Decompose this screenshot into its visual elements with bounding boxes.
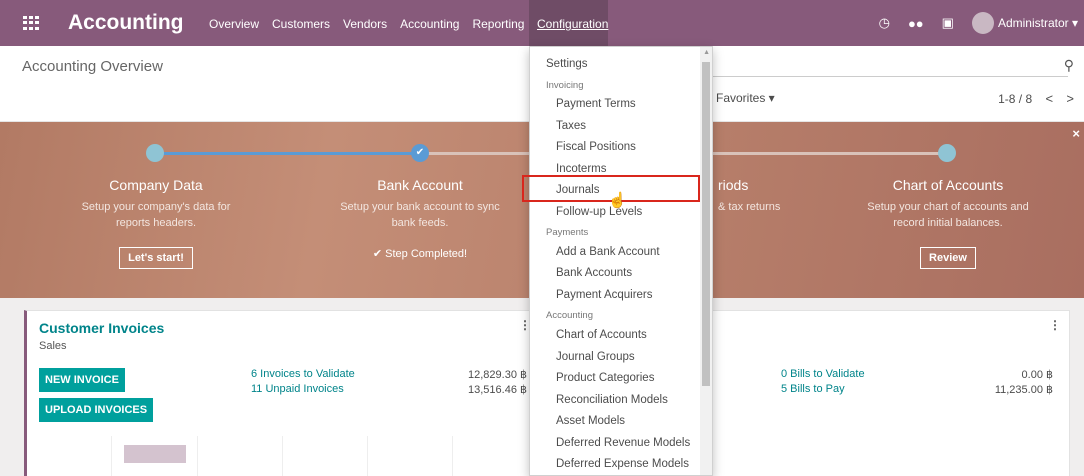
- dd-follow-up-levels[interactable]: Follow-up Levels: [556, 206, 642, 218]
- dd-header-payments: Payments: [546, 227, 589, 238]
- dd-taxes[interactable]: Taxes: [556, 120, 586, 132]
- scroll-up-icon[interactable]: ▲: [703, 49, 710, 56]
- step-completed-label: ✔ Step Completed!: [372, 248, 468, 260]
- chat-icon[interactable]: ●●: [908, 16, 924, 31]
- card-title[interactable]: Customer Invoices: [39, 320, 164, 336]
- dd-bank-accounts[interactable]: Bank Accounts: [556, 267, 632, 279]
- favorites-dropdown[interactable]: Favorites ▾: [716, 91, 775, 105]
- customer-invoices-card: Customer Invoices Sales ⋮ NEW INVOICE UP…: [24, 310, 531, 476]
- step-desc: & tax returns: [718, 201, 781, 213]
- pager-value[interactable]: 1-8 / 8: [998, 92, 1032, 106]
- step-company-data: Company Data Setup your company's data f…: [36, 177, 276, 269]
- dd-payment-acquirers[interactable]: Payment Acquirers: [556, 289, 653, 301]
- step-title: Company Data: [109, 177, 203, 193]
- graph-gridline: [111, 436, 112, 476]
- pager: 1-8 / 8 < >: [998, 91, 1074, 106]
- app-title[interactable]: Accounting: [68, 11, 184, 35]
- step-chart-of-accounts: Chart of Accounts Setup your chart of ac…: [828, 177, 1068, 269]
- page-title: Accounting Overview: [22, 58, 163, 75]
- step-title: Bank Account: [377, 177, 463, 193]
- menu-vendors[interactable]: Vendors: [343, 17, 387, 31]
- dd-header-accounting: Accounting: [546, 310, 594, 321]
- bills-to-pay-link[interactable]: 5 Bills to Pay: [781, 383, 845, 395]
- invoices-to-validate-link[interactable]: 6 Invoices to Validate: [251, 368, 355, 380]
- dd-chart-of-accounts[interactable]: Chart of Accounts: [556, 329, 647, 341]
- vendor-bills-card: ⋮ 0 Bills to Validate 0.00 ฿ 5 Bills to …: [700, 310, 1070, 476]
- graph-bar: [124, 445, 186, 463]
- gift-icon[interactable]: ▣: [942, 15, 954, 31]
- graph-gridline: [452, 436, 453, 476]
- dd-reconciliation-models[interactable]: Reconciliation Models: [556, 394, 668, 406]
- systray: ◷ ●● ▣ Administrator ▾: [879, 0, 1084, 46]
- avatar[interactable]: [971, 12, 994, 34]
- dd-payment-terms[interactable]: Payment Terms: [556, 98, 636, 110]
- review-button[interactable]: Review: [920, 247, 976, 269]
- progress-track-done: [155, 152, 420, 155]
- step-bank-account: Bank Account Setup your bank account to …: [300, 177, 540, 260]
- close-icon[interactable]: ×: [1072, 126, 1080, 141]
- clock-icon[interactable]: ◷: [879, 15, 890, 31]
- step-dot-company: [146, 144, 164, 162]
- upload-invoices-button[interactable]: UPLOAD INVOICES: [39, 398, 154, 422]
- pager-next-button[interactable]: >: [1066, 91, 1074, 106]
- bills-to-validate-amount: 0.00 ฿: [1021, 369, 1053, 381]
- top-navbar: Accounting Overview Customers Vendors Ac…: [0, 0, 1084, 46]
- dd-product-categories[interactable]: Product Categories: [556, 372, 654, 384]
- dropdown-scrollbar[interactable]: ▲: [700, 47, 712, 475]
- step-dot-chart: [938, 144, 956, 162]
- graph-gridline: [367, 436, 368, 476]
- new-invoice-button[interactable]: NEW INVOICE: [39, 368, 125, 392]
- step-title: riods: [718, 177, 749, 193]
- hand-pointer-icon: ☝: [608, 192, 627, 209]
- dd-fiscal-positions[interactable]: Fiscal Positions: [556, 141, 636, 153]
- step-title: Chart of Accounts: [892, 177, 1004, 193]
- step-dot-bank-check-icon: ✔: [411, 144, 429, 162]
- bills-to-validate-link[interactable]: 0 Bills to Validate: [781, 368, 865, 380]
- dd-journal-groups[interactable]: Journal Groups: [556, 351, 635, 363]
- menu-customers[interactable]: Customers: [272, 17, 330, 31]
- dd-deferred-expense-models[interactable]: Deferred Expense Models: [556, 458, 689, 470]
- dd-deferred-revenue-models[interactable]: Deferred Revenue Models: [556, 437, 690, 449]
- search-icon[interactable]: ⚲: [1064, 57, 1074, 74]
- menu-overview[interactable]: Overview: [209, 17, 259, 31]
- pager-prev-button[interactable]: <: [1045, 91, 1053, 106]
- invoices-to-validate-amount: 12,829.30 ฿: [468, 369, 527, 381]
- card-subtitle: Sales: [39, 340, 67, 352]
- step-desc: Setup your chart of accounts and record …: [867, 201, 1029, 229]
- dd-asset-models[interactable]: Asset Models: [556, 415, 625, 427]
- unpaid-invoices-link[interactable]: 11 Unpaid Invoices: [251, 383, 344, 395]
- main-menu: Overview Customers Vendors Accounting Re…: [209, 0, 608, 46]
- unpaid-invoices-amount: 13,516.46 ฿: [468, 384, 527, 396]
- dd-add-bank-account[interactable]: Add a Bank Account: [556, 246, 660, 258]
- step-desc: Setup your bank account to sync bank fee…: [340, 201, 500, 229]
- lets-start-button[interactable]: Let's start!: [119, 247, 193, 269]
- apps-grid-icon[interactable]: [23, 16, 39, 30]
- configuration-dropdown: ▲ Settings Invoicing Payment Terms Taxes…: [529, 46, 713, 476]
- menu-configuration[interactable]: Configuration: [529, 0, 608, 46]
- dd-incoterms[interactable]: Incoterms: [556, 163, 607, 175]
- search-input[interactable]: [708, 76, 1068, 77]
- bills-to-pay-amount: 11,235.00 ฿: [994, 384, 1053, 396]
- dd-settings[interactable]: Settings: [546, 58, 588, 70]
- dd-header-invoicing: Invoicing: [546, 80, 584, 91]
- menu-accounting[interactable]: Accounting: [400, 17, 459, 31]
- step-desc: Setup your company's data for reports he…: [81, 201, 231, 229]
- user-menu[interactable]: Administrator ▾: [998, 16, 1078, 30]
- graph-gridline: [282, 436, 283, 476]
- menu-reporting[interactable]: Reporting: [472, 17, 524, 31]
- scrollbar-thumb[interactable]: [702, 62, 710, 386]
- graph-gridline: [197, 436, 198, 476]
- kebab-menu-icon[interactable]: ⋮: [1049, 318, 1061, 332]
